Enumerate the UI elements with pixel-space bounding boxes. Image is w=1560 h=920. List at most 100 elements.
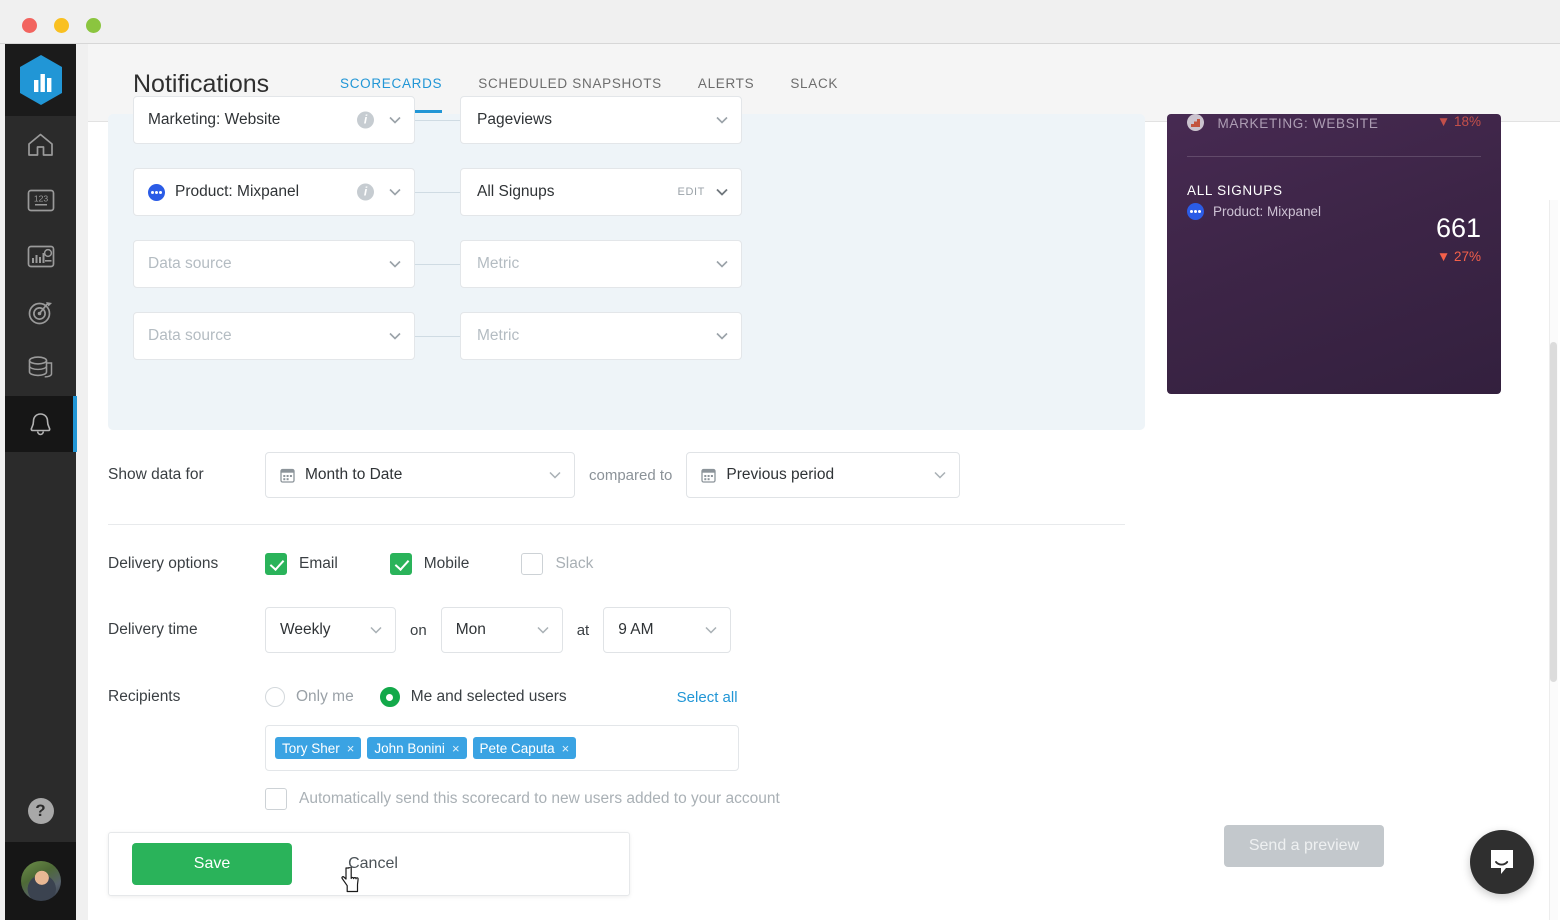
date-range-label: Show data for (108, 466, 204, 483)
auto-send-row: Automatically send this scorecard to new… (108, 788, 1145, 810)
recipients-only-me[interactable]: Only me (265, 687, 354, 707)
data-source-select[interactable]: Marketing: Website i (133, 96, 415, 144)
info-icon[interactable]: i (357, 183, 374, 201)
delivery-option-mobile[interactable]: Mobile (389, 553, 470, 575)
delivery-option-email[interactable]: Email (265, 553, 338, 575)
metric-select[interactable]: Pageviews (460, 96, 742, 144)
delivery-options-label: Delivery options (108, 555, 219, 572)
day-select[interactable]: Mon (440, 607, 563, 653)
action-bar: Save Send a preview Cancel (108, 825, 1384, 896)
metric-value: All Signups (477, 183, 555, 200)
date-range-row: Show data for Month to Date compared to … (108, 452, 1145, 498)
svg-text:123: 123 (33, 193, 48, 203)
time-select[interactable]: 9 AM (603, 607, 732, 653)
radio-only-me-label: Only me (296, 688, 354, 705)
metric-value: Pageviews (477, 111, 552, 128)
mixpanel-icon (1187, 203, 1204, 220)
remove-tag-icon[interactable]: × (347, 741, 355, 756)
metric-row: Data source Metric (133, 240, 742, 288)
preview-row-value: 661 (1435, 213, 1481, 243)
metric-select[interactable]: Metric (460, 312, 742, 360)
metric-select[interactable]: Metric (460, 240, 742, 288)
sidebar-item-databoards[interactable] (5, 228, 76, 284)
data-source-value: Marketing: Website (148, 111, 281, 128)
metric-placeholder: Metric (477, 327, 520, 344)
data-source-placeholder: Data source (148, 255, 232, 272)
delivery-options-row: Delivery options Email Mobile Slack (108, 553, 1145, 575)
data-source-select[interactable]: Product: Mixpanel i (133, 168, 415, 216)
avatar (20, 861, 61, 901)
section-divider (108, 524, 1125, 525)
row-connector (415, 263, 460, 265)
at-label: at (576, 621, 590, 639)
edit-metric-button[interactable]: EDIT (678, 186, 705, 198)
checkbox-mobile[interactable] (389, 553, 412, 575)
marketing-icon (1187, 114, 1204, 131)
checkbox-email[interactable] (265, 553, 287, 575)
recipients-selected-users[interactable]: Me and selected users (379, 687, 567, 707)
preview-row-name: Marketing: Website (1217, 116, 1379, 131)
row-connector (415, 191, 460, 193)
chevron-down-icon (389, 188, 401, 196)
chevron-down-icon (389, 260, 401, 268)
sidebar-item-datasources[interactable] (5, 340, 76, 396)
sidebar-item-goals[interactable] (5, 284, 76, 340)
save-button[interactable]: Save (132, 843, 292, 885)
database-icon (28, 356, 52, 378)
recipient-tag[interactable]: John Bonini × (367, 737, 467, 759)
app-logo[interactable] (5, 44, 76, 116)
chevron-down-icon (716, 116, 728, 124)
select-all-link[interactable]: Select all (677, 689, 738, 706)
recipient-tag[interactable]: Pete Caputa × (472, 737, 577, 759)
window-titlebar (0, 0, 1560, 44)
maximize-button[interactable] (86, 18, 101, 33)
metric-row: Product: Mixpanel i All Signups EDIT (133, 168, 742, 216)
send-preview-button[interactable]: Send a preview (1224, 825, 1384, 867)
radio-selected-users[interactable] (379, 687, 400, 707)
preview-row-delta: ▼ 27% (1436, 249, 1481, 264)
checkbox-auto-send[interactable] (265, 788, 287, 810)
row-connector (415, 335, 460, 337)
checkbox-mobile-label: Mobile (423, 555, 470, 572)
chevron-down-icon (549, 471, 561, 479)
bell-icon (30, 412, 51, 435)
info-icon[interactable]: i (357, 111, 374, 129)
data-source-select[interactable]: Data source (133, 312, 415, 360)
sidebar-item-metrics[interactable]: 123 (5, 172, 76, 228)
scrollbar-thumb[interactable] (1550, 342, 1557, 682)
compare-range-select[interactable]: Previous period (686, 452, 961, 498)
close-button[interactable] (22, 18, 37, 33)
recipients-input[interactable]: Tory Sher × John Bonini × Pete Caputa × (265, 725, 739, 771)
mixpanel-icon (148, 183, 165, 201)
checkbox-slack[interactable] (521, 553, 544, 575)
home-icon (28, 133, 53, 156)
recipient-tag[interactable]: Tory Sher × (275, 737, 362, 759)
metric-row: Marketing: Website i Pageviews (133, 96, 742, 144)
sidebar-item-home[interactable] (5, 116, 76, 172)
chevron-down-icon (705, 626, 717, 634)
chevron-down-icon (537, 626, 549, 634)
help-button[interactable]: ? (5, 780, 76, 842)
date-range-select[interactable]: Month to Date (265, 452, 575, 498)
frequency-select[interactable]: Weekly (265, 607, 396, 653)
intercom-chat-icon (1491, 850, 1513, 874)
user-menu[interactable] (5, 842, 76, 920)
tab-slack[interactable]: SLACK (790, 76, 838, 113)
remove-tag-icon[interactable]: × (452, 741, 460, 756)
preview-row: ALL SIGNUPS Product: Mixpanel 661 ▼ 27% (1167, 157, 1501, 264)
settings-form: Show data for Month to Date compared to … (108, 452, 1145, 810)
minimize-button[interactable] (54, 18, 69, 33)
sidebar-item-notifications[interactable] (5, 396, 77, 452)
auto-send-checkbox-wrap[interactable]: Automatically send this scorecard to new… (265, 788, 780, 810)
scroll-area: Marketing: Website i Pageviews Product: … (88, 96, 1560, 920)
metric-select[interactable]: All Signups EDIT (460, 168, 742, 216)
123-icon: 123 (27, 189, 54, 211)
delivery-option-slack[interactable]: Slack (521, 553, 593, 575)
metric-config-panel: Marketing: Website i Pageviews Product: … (108, 96, 1145, 430)
radio-only-me[interactable] (265, 687, 285, 707)
sidebar: 123 ? (5, 44, 77, 920)
data-source-select[interactable]: Data source (133, 240, 415, 288)
scorecard-preview: Marketing: Website ▼ 18% ALL SIGNUPS Pro… (1167, 114, 1501, 394)
remove-tag-icon[interactable]: × (562, 741, 570, 756)
chat-widget-button[interactable] (1470, 830, 1534, 894)
